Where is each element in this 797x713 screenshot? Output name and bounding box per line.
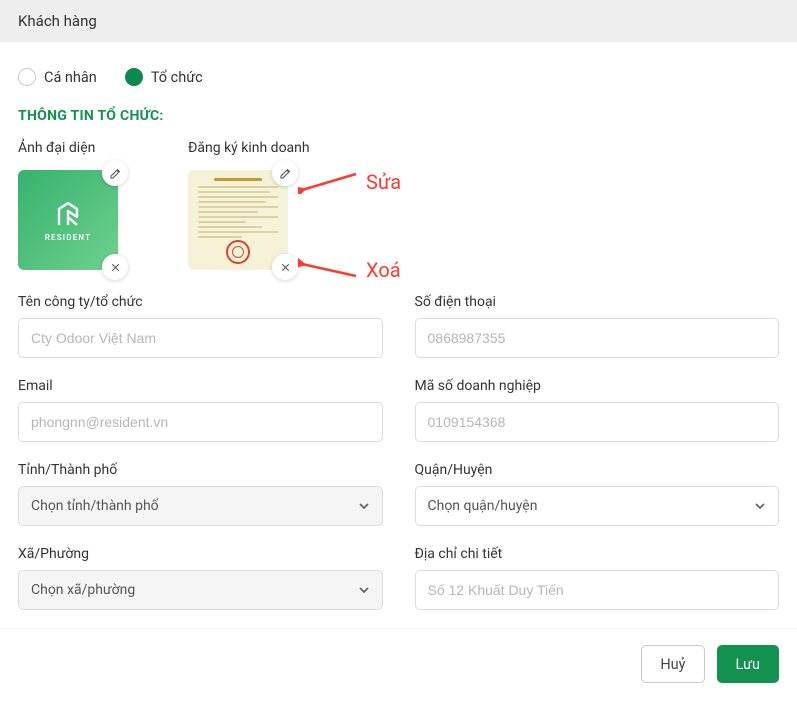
radio-personal[interactable]: Cá nhân <box>18 68 97 86</box>
phone-input[interactable] <box>415 318 780 358</box>
pencil-icon <box>279 167 292 180</box>
annotation-delete: Xoá <box>298 258 401 282</box>
radio-personal-label: Cá nhân <box>44 69 97 86</box>
province-label: Tỉnh/Thành phố <box>18 462 383 478</box>
cancel-button-label: Huỷ <box>660 656 685 673</box>
cert-label: Đăng ký kinh doanh <box>188 140 310 156</box>
company-input[interactable] <box>18 318 383 358</box>
cert-thumb-wrap <box>188 170 288 270</box>
modal-content: Cá nhân Tổ chức THÔNG TIN TỔ CHỨC: Ảnh đ… <box>0 42 797 628</box>
cert-delete-button[interactable] <box>272 254 298 280</box>
email-input[interactable] <box>18 402 383 442</box>
company-field: Tên công ty/tổ chức <box>18 294 383 358</box>
avatar-block: Ảnh đại diện RESIDENT <box>18 140 118 270</box>
modal-footer: Huỷ Lưu <box>0 628 797 695</box>
district-label: Quận/Huyện <box>415 462 780 478</box>
avatar-thumb-wrap: RESIDENT <box>18 170 118 270</box>
email-label: Email <box>18 378 383 394</box>
section-title: THÔNG TIN TỔ CHỨC: <box>18 108 779 124</box>
ward-label: Xã/Phường <box>18 546 383 562</box>
taxid-field: Mã số doanh nghiệp <box>415 378 780 442</box>
form-grid: Tên công ty/tổ chức Số điện thoại Email … <box>18 294 779 610</box>
district-select[interactable]: Chọn quận/huyện <box>415 486 780 526</box>
chevron-down-icon <box>358 584 370 596</box>
avatar-delete-button[interactable] <box>102 254 128 280</box>
ward-field: Xã/Phường Chọn xã/phường <box>18 546 383 610</box>
address-input[interactable] <box>415 570 780 610</box>
radio-circle-icon <box>18 68 36 86</box>
province-select-value: Chọn tỉnh/thành phố <box>31 498 159 514</box>
cert-block: Đăng ký kinh doanh <box>188 140 310 270</box>
ward-select[interactable]: Chọn xã/phường <box>18 570 383 610</box>
avatar-image: RESIDENT <box>18 170 118 270</box>
chevron-down-icon <box>754 500 766 512</box>
cancel-button[interactable]: Huỷ <box>641 645 704 683</box>
ward-select-value: Chọn xã/phường <box>31 582 135 598</box>
phone-field: Số điện thoại <box>415 294 780 358</box>
address-label: Địa chỉ chi tiết <box>415 546 780 562</box>
taxid-input[interactable] <box>415 402 780 442</box>
save-button-label: Lưu <box>736 656 760 673</box>
modal-title: Khách hàng <box>18 12 97 30</box>
avatar-edit-button[interactable] <box>102 160 128 186</box>
pencil-icon <box>109 167 122 180</box>
district-select-value: Chọn quận/huyện <box>428 498 538 514</box>
district-field: Quận/Huyện Chọn quận/huyện <box>415 462 780 526</box>
cert-image <box>188 170 288 270</box>
close-icon <box>279 261 292 274</box>
taxid-label: Mã số doanh nghiệp <box>415 378 780 394</box>
modal-header: Khách hàng <box>0 0 797 42</box>
province-select[interactable]: Chọn tỉnh/thành phố <box>18 486 383 526</box>
close-icon <box>109 261 122 274</box>
radio-circle-selected-icon <box>125 68 143 86</box>
province-field: Tỉnh/Thành phố Chọn tỉnh/thành phố <box>18 462 383 526</box>
email-field: Email <box>18 378 383 442</box>
radio-organization-label: Tổ chức <box>151 69 203 86</box>
radio-organization[interactable]: Tổ chức <box>125 68 203 86</box>
company-label: Tên công ty/tổ chức <box>18 294 383 310</box>
customer-type-radio-group: Cá nhân Tổ chức <box>18 68 779 86</box>
annotation-delete-text: Xoá <box>366 258 401 282</box>
cert-edit-button[interactable] <box>272 160 298 186</box>
image-uploads-row: Ảnh đại diện RESIDENT Đăng ký kinh doanh <box>18 140 779 270</box>
annotation-edit-text: Sửa <box>366 170 401 194</box>
avatar-label: Ảnh đại diện <box>18 140 118 156</box>
avatar-logo-text: RESIDENT <box>45 233 92 242</box>
chevron-down-icon <box>358 500 370 512</box>
annotation-edit: Sửa <box>298 170 401 194</box>
avatar-logo-icon <box>53 199 83 229</box>
address-field: Địa chỉ chi tiết <box>415 546 780 610</box>
save-button[interactable]: Lưu <box>717 645 779 683</box>
phone-label: Số điện thoại <box>415 294 780 310</box>
